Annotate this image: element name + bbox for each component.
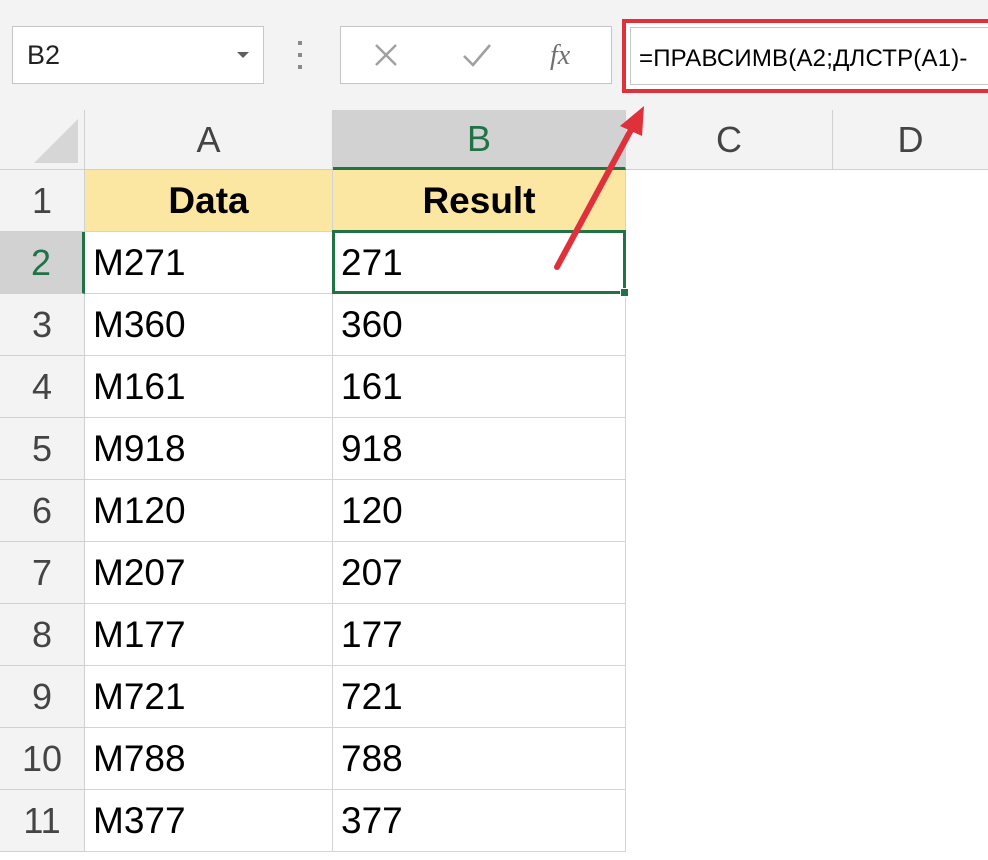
svg-text:fx: fx (550, 40, 571, 71)
formula-text: =ПРАВСИМВ(A2;ДЛСТР(A1)- (639, 45, 968, 72)
row-header-7[interactable]: 7 (0, 542, 85, 604)
fill-handle[interactable] (620, 288, 629, 297)
cell-b11[interactable]: 377 (333, 790, 626, 852)
cell-b8[interactable]: 177 (333, 604, 626, 666)
cell-b5[interactable]: 918 (333, 418, 626, 480)
name-box-value: B2 (27, 40, 61, 70)
cell-b2[interactable]: 271 (333, 232, 626, 294)
chevron-down-icon[interactable] (237, 52, 249, 58)
cell-a5[interactable]: M918 (85, 418, 333, 480)
cell-b1[interactable]: Result (333, 170, 626, 232)
column-header-a[interactable]: A (85, 110, 333, 170)
cell-a9[interactable]: M721 (85, 666, 333, 728)
cell-a7[interactable]: M207 (85, 542, 333, 604)
cell-a3[interactable]: M360 (85, 294, 333, 356)
column-header-b[interactable]: B (333, 110, 626, 170)
row-header-5[interactable]: 5 (0, 418, 85, 480)
formula-input[interactable]: =ПРАВСИМВ(A2;ДЛСТР(A1)- (630, 27, 988, 85)
cell-b6[interactable]: 120 (333, 480, 626, 542)
cell-b7[interactable]: 207 (333, 542, 626, 604)
cell-a8[interactable]: M177 (85, 604, 333, 666)
cancel-x-icon[interactable] (361, 35, 411, 75)
cell-a1[interactable]: Data (85, 170, 333, 232)
cell-a6[interactable]: M120 (85, 480, 333, 542)
cell-a11[interactable]: M377 (85, 790, 333, 852)
resize-grip-icon[interactable] (298, 41, 302, 69)
cell-b3[interactable]: 360 (333, 294, 626, 356)
row-header-9[interactable]: 9 (0, 666, 85, 728)
formula-bar-area: B2 fx =ПРАВСИМВ(A2;ДЛСТР(A1)- (0, 0, 988, 110)
cell-a4[interactable]: M161 (85, 356, 333, 418)
row-header-4[interactable]: 4 (0, 356, 85, 418)
worksheet-grid: A B C D 1 2 3 4 5 6 7 8 9 10 11 Data Res… (0, 110, 988, 860)
row-header-1[interactable]: 1 (0, 170, 85, 232)
cell-b4[interactable]: 161 (333, 356, 626, 418)
column-header-c[interactable]: C (626, 110, 833, 170)
cell-a10[interactable]: M788 (85, 728, 333, 790)
row-header-3[interactable]: 3 (0, 294, 85, 356)
row-header-11[interactable]: 11 (0, 790, 85, 852)
row-header-2[interactable]: 2 (0, 232, 85, 294)
formula-highlight-box: =ПРАВСИМВ(A2;ДЛСТР(A1)- (622, 19, 988, 93)
row-header-8[interactable]: 8 (0, 604, 85, 666)
name-box[interactable]: B2 (12, 26, 264, 84)
row-header-6[interactable]: 6 (0, 480, 85, 542)
select-all-triangle-icon (34, 119, 78, 163)
cell-b10[interactable]: 788 (333, 728, 626, 790)
cell-b9[interactable]: 721 (333, 666, 626, 728)
select-all-button[interactable] (0, 110, 85, 170)
cell-a2[interactable]: M271 (85, 232, 333, 294)
check-enter-icon[interactable] (452, 35, 502, 75)
column-header-d[interactable]: D (833, 110, 988, 170)
row-header-10[interactable]: 10 (0, 728, 85, 790)
formula-buttons: fx (340, 26, 612, 84)
fx-insert-function-icon[interactable]: fx (541, 35, 591, 75)
